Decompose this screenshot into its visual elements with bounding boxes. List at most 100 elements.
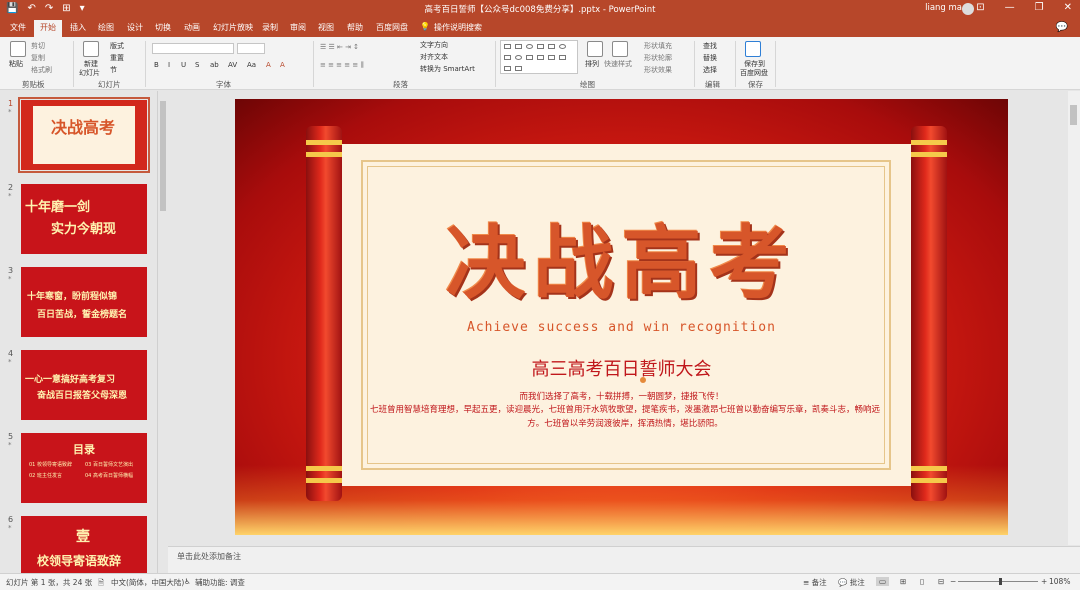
- ribbon-display-options-icon[interactable]: ⊡: [976, 2, 984, 13]
- shape-fill-button[interactable]: 形状填充: [644, 41, 672, 51]
- tab-file[interactable]: 文件: [10, 22, 26, 33]
- slide-body-line1[interactable]: 而我们选择了高考，十载拼搏，一朝圆梦，捷报飞传！: [235, 390, 1008, 402]
- slide-title[interactable]: 决战高考: [235, 199, 1008, 315]
- tab-design[interactable]: 设计: [127, 22, 143, 33]
- shape-arrow3[interactable]: [548, 55, 555, 60]
- shape-arrow2[interactable]: [537, 55, 544, 60]
- strikethrough-button[interactable]: S: [195, 61, 199, 69]
- cut-button[interactable]: 剪切: [31, 41, 45, 51]
- shape-star[interactable]: [559, 55, 566, 60]
- tab-baidu-netdisk[interactable]: 百度网盘: [376, 22, 408, 33]
- comments-toggle[interactable]: 💬 批注: [838, 577, 865, 588]
- close-button[interactable]: ✕: [1064, 2, 1072, 13]
- bold-button[interactable]: B: [154, 61, 159, 69]
- copy-button[interactable]: 复制: [31, 53, 45, 63]
- convert-smartart-button[interactable]: 转换为 SmartArt: [420, 64, 475, 74]
- tab-record[interactable]: 录制: [262, 22, 278, 33]
- font-name-field[interactable]: [152, 43, 234, 54]
- slideshow-icon[interactable]: ⊟: [938, 577, 944, 586]
- comments-icon[interactable]: 💬: [1056, 22, 1068, 33]
- maximize-button[interactable]: ❐: [1035, 2, 1044, 13]
- bullets-button[interactable]: ☰ ☰ ⇤ ⇥ ↕: [320, 43, 359, 51]
- shape-outline-button[interactable]: 形状轮廓: [644, 53, 672, 63]
- arrange-button[interactable]: 排列: [585, 59, 599, 69]
- highlight-color-button[interactable]: A: [280, 61, 285, 69]
- notes-toggle[interactable]: ≡ 备注: [803, 577, 827, 588]
- shape-circle[interactable]: [559, 44, 566, 49]
- tab-draw[interactable]: 绘图: [98, 22, 114, 33]
- slide-body-paragraph[interactable]: 七班曾用智慧培育理想，早起五更，读迎晨光，七班曾用汗水筑牧歌望，提笔疾书，泼墨激…: [365, 403, 885, 431]
- reading-view-icon[interactable]: ▯: [920, 577, 924, 586]
- pane-divider[interactable]: [157, 91, 158, 573]
- shape-effects-button[interactable]: 形状效果: [644, 65, 672, 75]
- font-color-button[interactable]: A: [266, 61, 271, 69]
- slide-subtitle-english[interactable]: Achieve success and win recognition: [235, 320, 1008, 335]
- thumbnails-scrollbar[interactable]: [159, 93, 167, 571]
- quick-styles-icon[interactable]: [612, 41, 628, 57]
- find-button[interactable]: 查找: [703, 41, 717, 51]
- format-painter-button[interactable]: 格式刷: [31, 65, 52, 75]
- zoom-level[interactable]: 108%: [1049, 577, 1070, 586]
- slide-thumbnail[interactable]: 决战高考: [18, 97, 150, 173]
- current-slide[interactable]: 决战高考 Achieve success and win recognition…: [235, 99, 1008, 535]
- slide-subtitle-chinese[interactable]: 高三高考百日誓师大会: [235, 355, 1008, 381]
- slide-scrollbar[interactable]: [1068, 91, 1080, 545]
- slide-sorter-icon[interactable]: ⊞: [900, 577, 906, 586]
- shape-triangle[interactable]: [526, 55, 533, 60]
- shadow-button[interactable]: ab: [210, 61, 219, 69]
- shape-oval2[interactable]: [515, 55, 522, 60]
- slide-thumbnail[interactable]: 壹 校领导寄语致辞: [21, 516, 147, 573]
- tab-insert[interactable]: 插入: [70, 22, 86, 33]
- tab-slideshow[interactable]: 幻灯片放映: [213, 22, 253, 33]
- layout-button[interactable]: 版式: [110, 41, 124, 51]
- slide-thumbnail[interactable]: 十年磨一剑 实力今朝现: [21, 184, 147, 254]
- shape-oval[interactable]: [526, 44, 533, 49]
- shape-rectangle[interactable]: [504, 44, 511, 49]
- arrange-icon[interactable]: [587, 41, 603, 57]
- shape-arrow[interactable]: [548, 44, 555, 49]
- accessibility-status[interactable]: 辅助功能: 调查: [195, 577, 245, 588]
- zoom-slider[interactable]: [958, 581, 1038, 582]
- italic-button[interactable]: I: [168, 61, 170, 69]
- new-slide-icon[interactable]: [83, 41, 99, 57]
- tab-review[interactable]: 审阅: [290, 22, 306, 33]
- tab-help[interactable]: 帮助: [347, 22, 363, 33]
- spell-check-icon[interactable]: 🗎: [98, 577, 104, 590]
- text-direction-button[interactable]: 文字方向: [420, 40, 448, 50]
- shape-curve[interactable]: [515, 66, 522, 71]
- character-spacing-button[interactable]: AV: [228, 61, 237, 69]
- quick-styles-button[interactable]: 快速样式: [604, 59, 632, 69]
- notes-placeholder[interactable]: 单击此处添加备注: [177, 551, 241, 562]
- minimize-button[interactable]: —: [1005, 2, 1015, 13]
- shapes-gallery[interactable]: [500, 40, 578, 74]
- underline-button[interactable]: U: [181, 61, 186, 69]
- zoom-slider-handle[interactable]: [999, 578, 1002, 585]
- replace-button[interactable]: 替换: [703, 53, 717, 63]
- notes-pane[interactable]: 单击此处添加备注: [168, 546, 1080, 573]
- section-button[interactable]: 节: [110, 65, 117, 75]
- tell-me-search[interactable]: 操作说明搜索: [434, 22, 482, 33]
- language-status[interactable]: 中文(简体，中国大陆): [111, 577, 184, 588]
- shape-rect2[interactable]: [504, 55, 511, 60]
- baidu-cloud-icon[interactable]: [745, 41, 761, 57]
- slide-thumbnail[interactable]: 一心一意搞好高考复习 奋战百日报答父母深恩: [21, 350, 147, 420]
- paste-icon[interactable]: [10, 41, 26, 57]
- slide-thumbnail[interactable]: 目录 01 校领导寄语致辞 02 班主任发言 03 百日誓师文艺演出 04 高考…: [21, 433, 147, 503]
- slide-thumbnail[interactable]: 十年寒窗，盼前程似锦 百日苦战，誓金榜题名: [21, 267, 147, 337]
- align-buttons[interactable]: ≡ ≡ ≡ ≡ ≡ ⫼: [320, 61, 364, 70]
- tab-home[interactable]: 开始: [34, 20, 62, 37]
- align-text-button[interactable]: 对齐文本: [420, 52, 448, 62]
- accessibility-icon[interactable]: ♿: [184, 577, 191, 586]
- tab-transitions[interactable]: 切换: [155, 22, 171, 33]
- reset-button[interactable]: 重置: [110, 53, 124, 63]
- scrollbar-thumb[interactable]: [160, 101, 166, 211]
- change-case-button[interactable]: Aa: [247, 61, 256, 69]
- shape-textbox[interactable]: [515, 44, 522, 49]
- select-button[interactable]: 选择: [703, 65, 717, 75]
- shape-brace[interactable]: [504, 66, 511, 71]
- zoom-out-icon[interactable]: −: [950, 577, 956, 586]
- avatar[interactable]: [962, 3, 974, 15]
- shape-line[interactable]: [537, 44, 544, 49]
- scrollbar-thumb[interactable]: [1070, 105, 1077, 125]
- font-size-field[interactable]: [237, 43, 265, 54]
